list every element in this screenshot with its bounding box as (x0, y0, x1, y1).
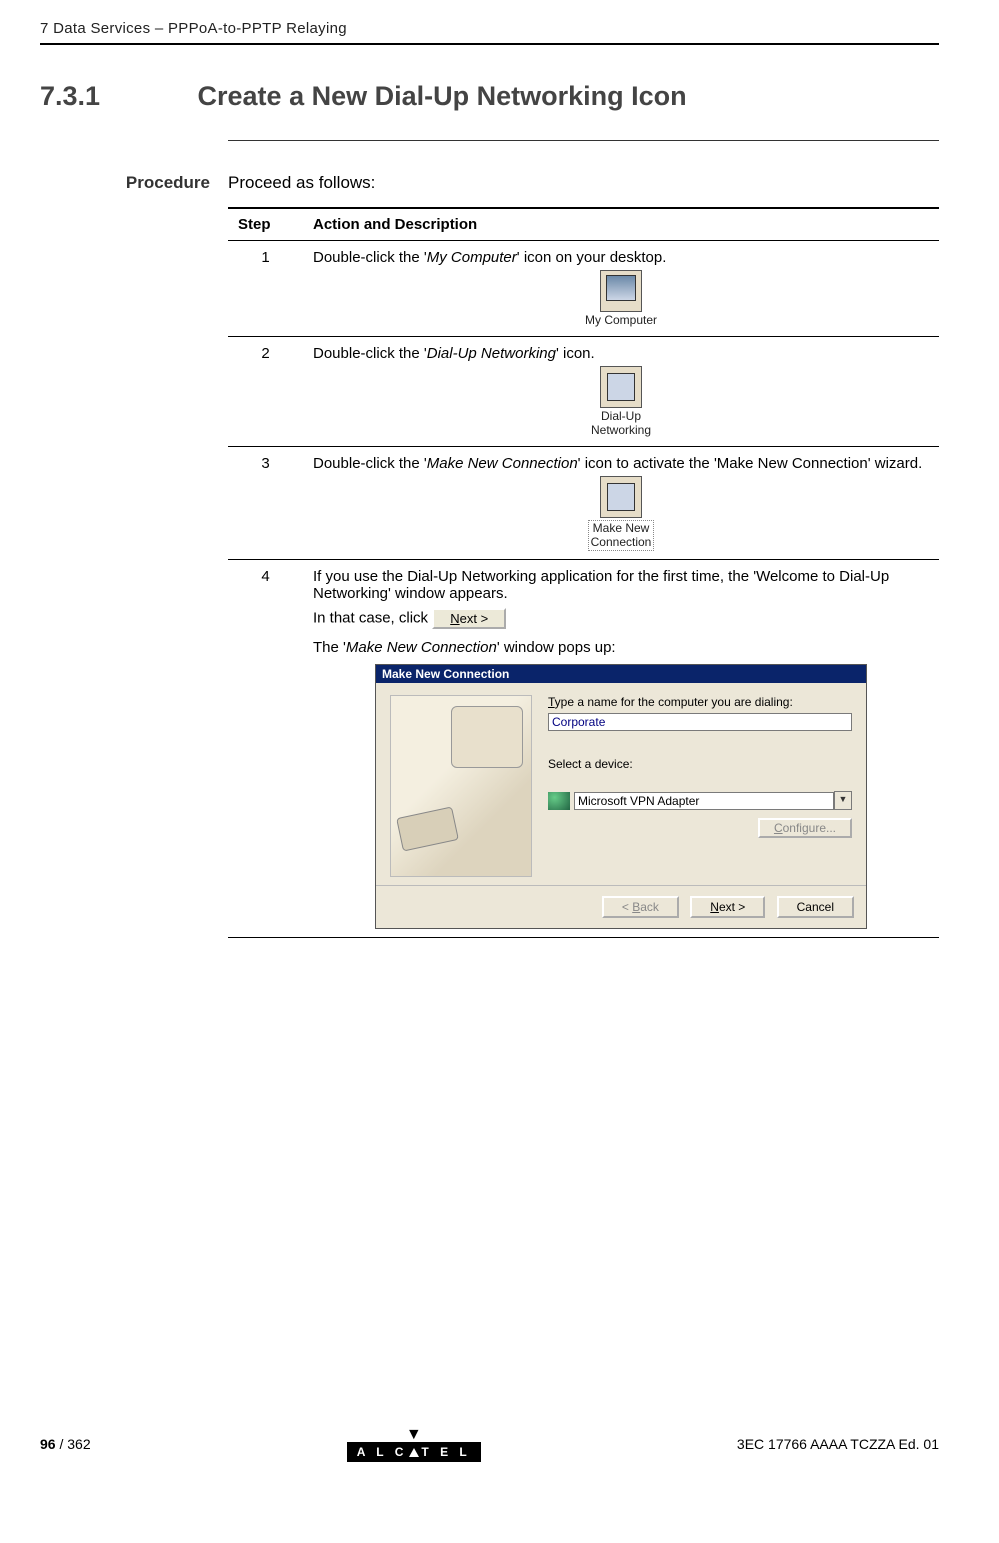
table-row: 1 Double-click the 'My Computer' icon on… (228, 241, 939, 337)
configure-button[interactable]: Configure... (758, 818, 852, 838)
intro-text: Proceed as follows: (228, 173, 939, 193)
subheading-procedure: Procedure (40, 173, 228, 193)
page-number: 96 / 362 (40, 1436, 91, 1452)
col-header-action: Action and Description (303, 208, 939, 241)
step-description: Double-click the 'My Computer' icon on y… (303, 241, 939, 337)
divider-line (228, 140, 939, 141)
dial-up-networking-icon (600, 366, 642, 408)
next-button[interactable]: Next > (432, 608, 506, 629)
step-description: If you use the Dial-Up Networking applic… (303, 560, 939, 938)
wizard-illustration (390, 695, 532, 877)
back-button: < Back (602, 896, 679, 918)
next-button[interactable]: Next > (690, 896, 765, 918)
device-field-label: Select a device: (548, 757, 852, 771)
step-description: Double-click the 'Make New Connection' i… (303, 446, 939, 560)
icon-label: My Computer (585, 314, 657, 328)
chevron-down-icon[interactable]: ▼ (834, 791, 852, 810)
my-computer-icon (600, 270, 642, 312)
page-footer: 96 / 362 ▼ A L CT E L A L C T E L 3EC 17… (40, 1426, 939, 1462)
wizard-footer: < Back < Back Next > Next > Cancel (376, 885, 866, 928)
cancel-button[interactable]: Cancel (777, 896, 854, 918)
make-new-connection-window: Make New Connection TType a name for the… (375, 664, 867, 929)
device-icon (548, 792, 570, 810)
device-select[interactable]: Microsoft VPN Adapter (574, 792, 834, 810)
section-title-text: Create a New Dial-Up Networking Icon (198, 81, 687, 111)
connection-name-input[interactable] (548, 713, 852, 731)
step-number: 1 (228, 241, 303, 337)
alcatel-logo: A L CT E L (347, 1442, 481, 1462)
step-number: 4 (228, 560, 303, 938)
table-row: 4 If you use the Dial-Up Networking appl… (228, 560, 939, 938)
section-number: 7.3.1 (40, 81, 190, 112)
name-field-label: TType a name for the computer you are di… (548, 695, 852, 709)
step4-line1: If you use the Dial-Up Networking applic… (313, 568, 929, 602)
table-row: 2 Double-click the 'Dial-Up Networking' … (228, 337, 939, 447)
running-header: 7 Data Services – PPPoA-to-PPTP Relaying (40, 20, 939, 45)
section-title-row: 7.3.1 Create a New Dial-Up Networking Ic… (40, 81, 939, 112)
col-header-step: Step (228, 208, 303, 241)
step-number: 3 (228, 446, 303, 560)
window-titlebar: Make New Connection (376, 665, 866, 683)
steps-table: Step Action and Description 1 Double-cli… (228, 207, 939, 938)
step-description: Double-click the 'Dial-Up Networking' ic… (303, 337, 939, 447)
step4-line2: In that case, click Next > (313, 608, 929, 629)
document-id: 3EC 17766 AAAA TCZZA Ed. 01 (737, 1436, 939, 1452)
step-number: 2 (228, 337, 303, 447)
make-new-connection-icon (600, 476, 642, 518)
step4-line3: The 'Make New Connection' window pops up… (313, 639, 929, 656)
icon-label: Make New Connection (588, 520, 655, 552)
table-row: 3 Double-click the 'Make New Connection'… (228, 446, 939, 560)
icon-label: Dial-Up Networking (591, 410, 651, 438)
